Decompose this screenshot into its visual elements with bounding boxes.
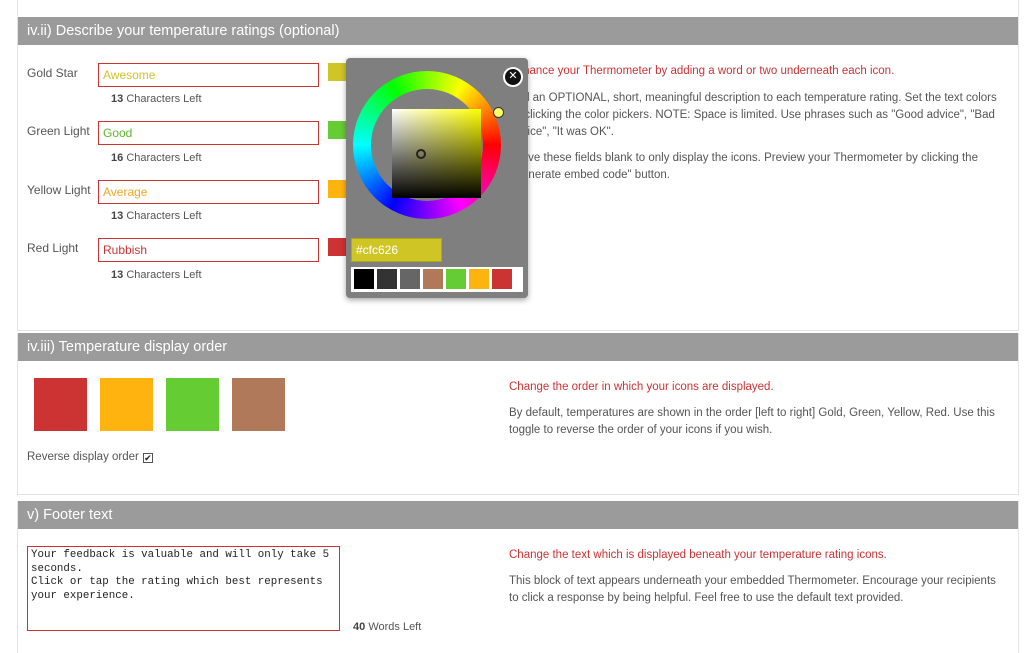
preset-swatch[interactable] <box>423 269 443 289</box>
top-panel-edge <box>17 0 1019 17</box>
close-icon[interactable]: ✕ <box>503 67 523 87</box>
saturation-handle[interactable] <box>416 149 426 159</box>
preset-swatch[interactable] <box>469 269 489 289</box>
order-tile-green <box>166 378 219 431</box>
rating-label-gold: Gold Star <box>27 66 78 80</box>
rating-input-gold[interactable] <box>98 63 319 87</box>
rating-label-red: Red Light <box>27 241 79 255</box>
footer-section: v) Footer text Your feedback is valuable… <box>17 501 1019 653</box>
order-section-title: iv.iii) Temperature display order <box>18 333 1018 361</box>
preset-swatch[interactable] <box>446 269 466 289</box>
rating-input-green[interactable] <box>98 121 319 145</box>
order-section: iv.iii) Temperature display order Revers… <box>17 333 1019 495</box>
order-help-title: Change the order in which your icons are… <box>509 381 774 393</box>
footer-text-input[interactable]: Your feedback is valuable and will only … <box>27 546 340 631</box>
saturation-value-square[interactable] <box>392 109 481 198</box>
color-picker-popup: ✕ <box>346 58 528 298</box>
reverse-order-label: Reverse display order <box>27 451 139 463</box>
rating-input-red[interactable] <box>98 238 319 262</box>
ratings-section-title: iv.ii) Describe your temperature ratings… <box>18 17 1018 45</box>
footer-help-title: Change the text which is displayed benea… <box>509 549 887 561</box>
preset-swatch[interactable] <box>492 269 512 289</box>
chars-left-gold: 13 Characters Left <box>111 93 202 105</box>
order-tile-gold <box>232 378 285 431</box>
order-help-text: By default, temperatures are shown in th… <box>509 407 995 436</box>
preset-swatches <box>351 267 523 292</box>
chars-left-green: 16 Characters Left <box>111 152 202 164</box>
hex-color-input[interactable] <box>351 238 442 262</box>
preset-swatch[interactable] <box>354 269 374 289</box>
order-tile-red <box>34 378 87 431</box>
ratings-help-title: Enhance your Thermometer by adding a wor… <box>509 65 895 77</box>
chars-left-yellow: 13 Characters Left <box>111 210 202 222</box>
ratings-help-text-1: Add an OPTIONAL, short, meaningful descr… <box>509 92 997 138</box>
preset-swatch[interactable] <box>377 269 397 289</box>
rating-label-green: Green Light <box>27 124 90 138</box>
reverse-order-toggle[interactable]: Reverse display order ✔ <box>27 451 153 463</box>
hue-handle[interactable] <box>493 107 504 118</box>
words-left: 40 Words Left <box>353 621 422 633</box>
preset-swatch[interactable] <box>400 269 420 289</box>
order-tile-yellow <box>100 378 153 431</box>
reverse-order-checkbox[interactable]: ✔ <box>142 453 153 463</box>
footer-section-title: v) Footer text <box>18 501 1018 529</box>
rating-label-yellow: Yellow Light <box>27 183 91 197</box>
ratings-help-text-2: Leave these fields blank to only display… <box>509 152 978 181</box>
footer-help-text: This block of text appears underneath yo… <box>509 575 996 604</box>
rating-input-yellow[interactable] <box>98 180 319 204</box>
chars-left-red: 13 Characters Left <box>111 269 202 281</box>
